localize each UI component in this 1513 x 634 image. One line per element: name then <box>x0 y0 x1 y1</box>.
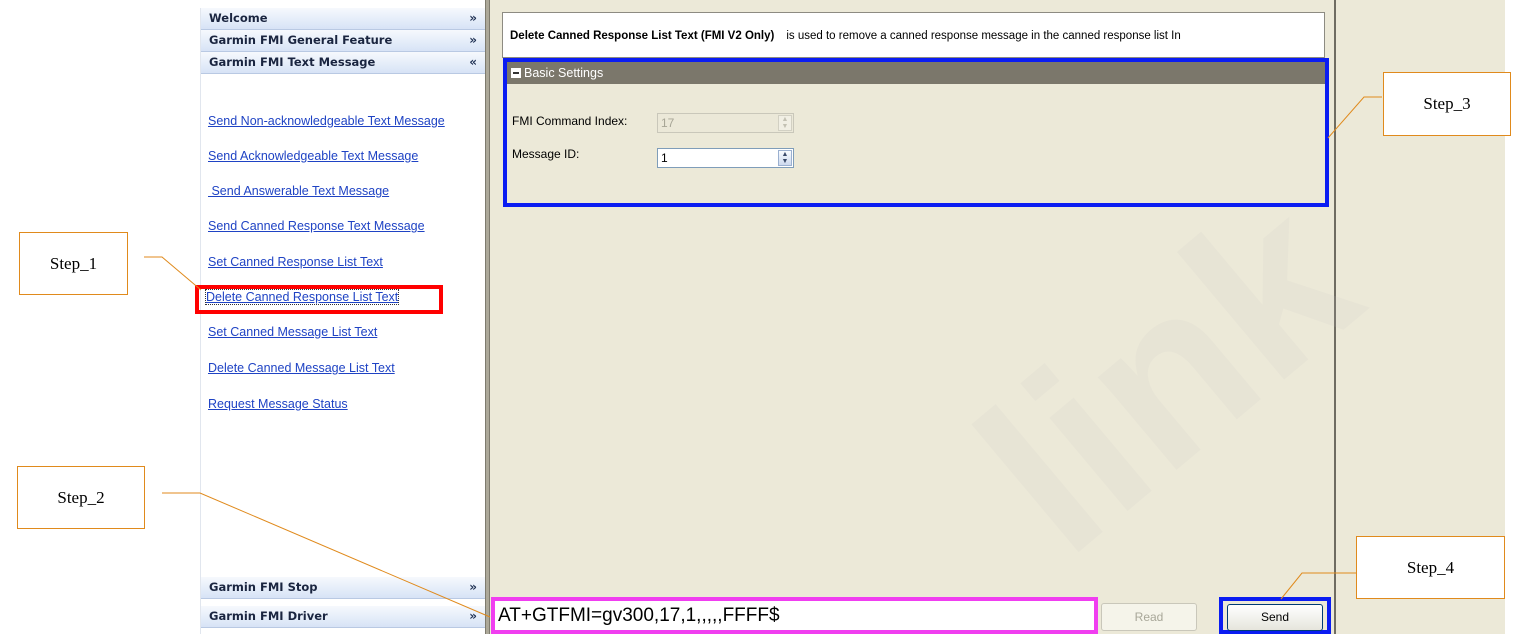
send-button[interactable]: Send <box>1227 604 1323 631</box>
canvas: Welcome » Garmin FMI General Feature » G… <box>0 0 1513 634</box>
chevron-double-up-icon: « <box>469 55 477 69</box>
basic-settings-header[interactable]: Basic Settings <box>507 62 1325 84</box>
spin-arrows-icon[interactable]: ▲ ▼ <box>778 150 792 166</box>
accordion-header-fmi-driver[interactable]: Garmin FMI Driver » <box>201 606 486 628</box>
fmi-command-index-spinner: 17 ▲ ▼ <box>657 113 794 133</box>
minus-box-icon[interactable] <box>511 68 521 78</box>
step1-highlight-frame <box>195 285 443 314</box>
step2-callout: Step_2 <box>17 466 145 529</box>
step3-callout: Step_3 <box>1383 72 1511 136</box>
sidebar: Welcome » Garmin FMI General Feature » G… <box>200 8 486 634</box>
basic-settings-body: FMI Command Index: 17 ▲ ▼ Message ID: 1 ▲… <box>507 84 1325 203</box>
send-button-highlight: Send <box>1219 597 1331 634</box>
description-text: is used to remove a canned response mess… <box>786 30 1181 42</box>
nav-link-delete-canned-message-list[interactable]: Delete Canned Message List Text <box>208 361 395 375</box>
splitter[interactable] <box>485 0 490 634</box>
fmi-command-index-value: 17 <box>661 116 675 130</box>
accordion-header-label: Garmin FMI Text Message <box>209 55 376 69</box>
step1-callout: Step_1 <box>19 232 128 295</box>
read-button: Read <box>1101 603 1197 631</box>
spin-arrows-icon: ▲ ▼ <box>778 115 792 131</box>
fmi-command-index-label: FMI Command Index: <box>512 114 628 128</box>
accordion-header-label: Garmin FMI General Feature <box>209 33 393 47</box>
nav-link-send-answerable-text[interactable]: Send Answerable Text Message <box>208 184 389 198</box>
description-bar: Delete Canned Response List Text (FMI V2… <box>502 12 1325 58</box>
step4-callout: Step_4 <box>1356 536 1505 599</box>
accordion-header-text-message[interactable]: Garmin FMI Text Message « <box>201 52 486 74</box>
nav-link-send-canned-response-text[interactable]: Send Canned Response Text Message <box>208 219 425 233</box>
basic-settings-section: Basic Settings FMI Command Index: 17 ▲ ▼ … <box>503 58 1329 207</box>
message-id-spinner[interactable]: 1 ▲ ▼ <box>657 148 794 168</box>
chevron-double-down-icon: » <box>469 580 477 594</box>
basic-settings-title: Basic Settings <box>524 66 604 80</box>
accordion-header-fmi-stop[interactable]: Garmin FMI Stop » <box>201 577 486 599</box>
message-id-value: 1 <box>661 151 668 165</box>
accordion-header-label: Welcome <box>209 11 268 25</box>
chevron-double-down-icon: » <box>469 609 477 623</box>
accordion-header-welcome[interactable]: Welcome » <box>201 8 486 30</box>
nav-link-send-non-ack-text[interactable]: Send Non-acknowledgeable Text Message <box>208 114 445 128</box>
step1-leader-line <box>144 256 202 291</box>
description-title: Delete Canned Response List Text (FMI V2… <box>510 30 775 42</box>
content-panel-edge <box>1334 0 1336 634</box>
nav-link-set-canned-message-list[interactable]: Set Canned Message List Text <box>208 325 377 339</box>
chevron-double-down-icon: » <box>469 33 477 47</box>
nav-link-set-canned-response-list[interactable]: Set Canned Response List Text <box>208 255 383 269</box>
command-output-field[interactable]: AT+GTFMI=gv300,17,1,,,,,FFFF$ <box>491 597 1098 634</box>
accordion-header-label: Garmin FMI Driver <box>209 609 328 623</box>
message-id-label: Message ID: <box>512 147 580 161</box>
chevron-double-down-icon: » <box>469 11 477 25</box>
nav-link-send-ack-text[interactable]: Send Acknowledgeable Text Message <box>208 149 418 163</box>
accordion-header-general-feature[interactable]: Garmin FMI General Feature » <box>201 30 486 52</box>
accordion-header-label: Garmin FMI Stop <box>209 580 318 594</box>
nav-link-request-message-status[interactable]: Request Message Status <box>208 397 348 411</box>
